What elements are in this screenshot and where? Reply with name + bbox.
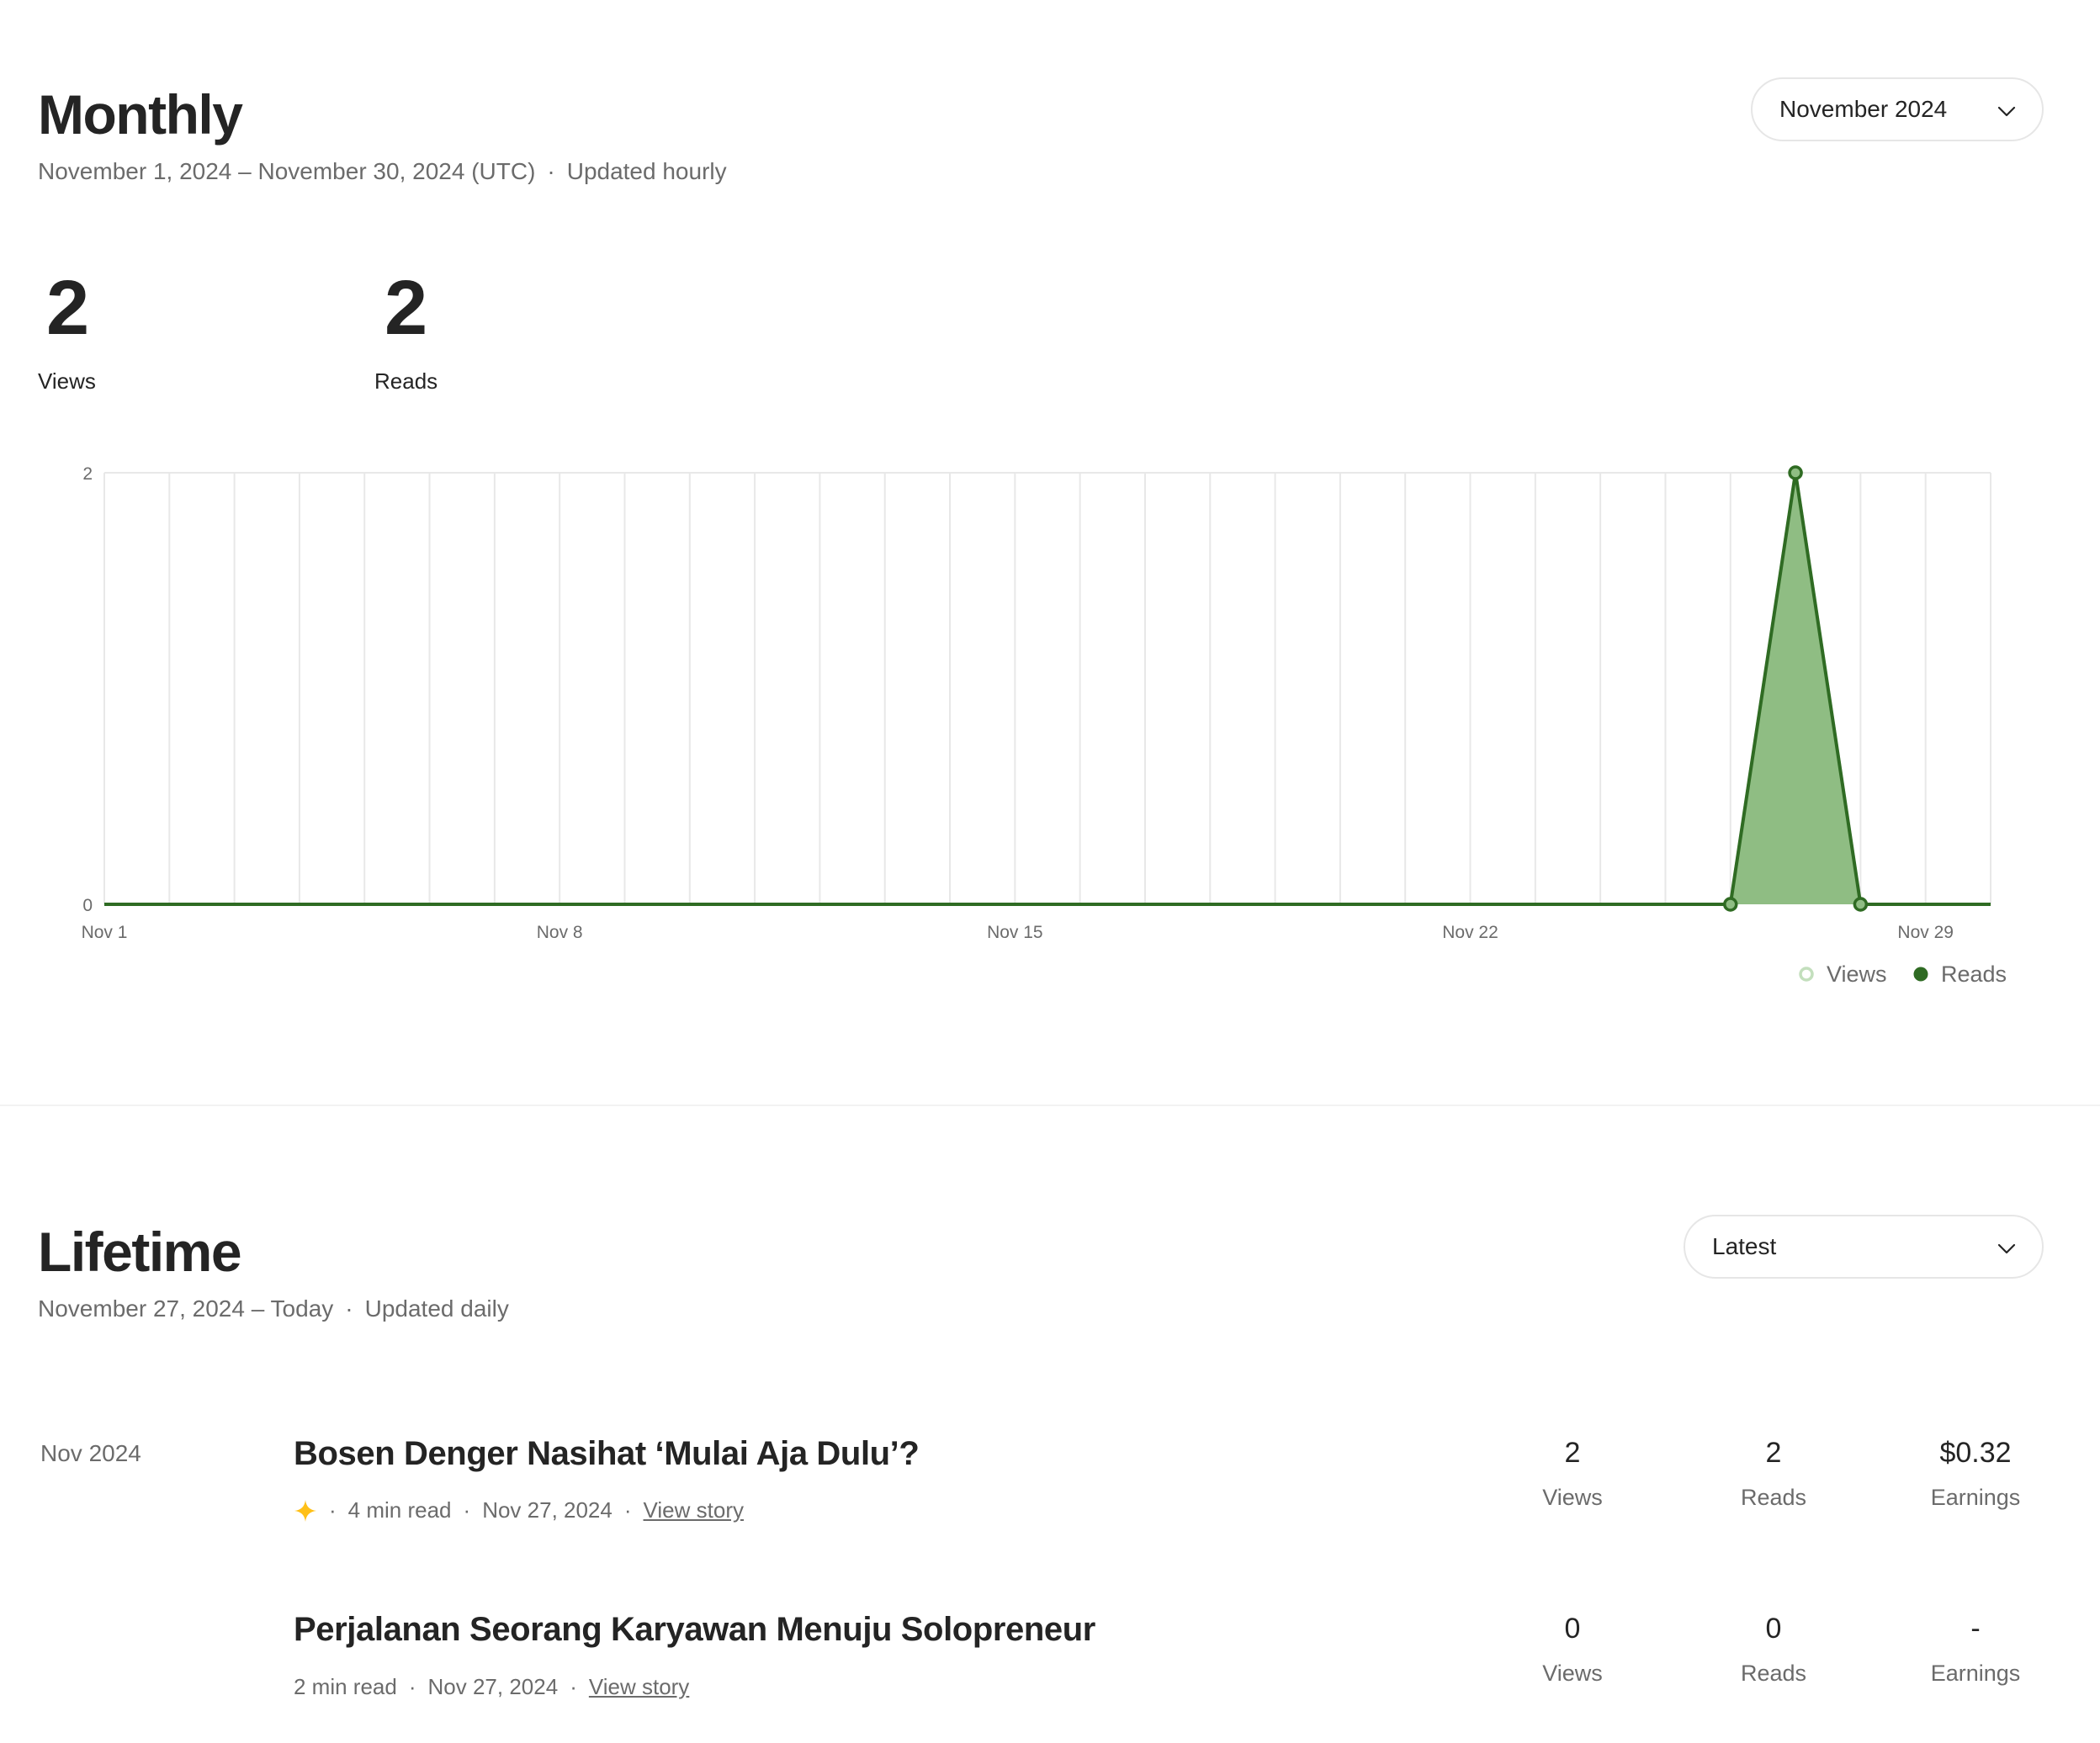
total-views-label: Views: [38, 368, 96, 394]
separator-dot: ·: [623, 1497, 632, 1523]
series-line-views: [104, 471, 1991, 906]
story-earnings-label: Earnings: [1930, 1485, 2021, 1510]
story-views-label: Views: [1542, 1661, 1603, 1686]
lifetime-update-note: Updated daily: [364, 1295, 509, 1322]
series-area-reads: [104, 473, 1991, 904]
total-reads-value: 2: [384, 265, 428, 351]
story-reads-stat: 0 Reads: [1689, 1613, 1858, 1687]
monthly-subtitle: November 1, 2024 – November 30, 2024 (UT…: [38, 158, 727, 185]
stats-page: Monthly November 1, 2024 – November 30, …: [0, 0, 2100, 1743]
data-point-reads: [1853, 897, 1869, 912]
story-read-time: 4 min read: [347, 1497, 452, 1523]
story-date: Nov 27, 2024: [427, 1674, 559, 1699]
view-story-link[interactable]: View story: [589, 1674, 689, 1700]
story-meta: · 4 min read · Nov 27, 2024 · View story: [294, 1497, 744, 1523]
x-tick-label: Nov 8: [537, 923, 583, 942]
x-tick-label: Nov 1: [82, 923, 128, 942]
story-views-stat: 2 Views: [1488, 1437, 1657, 1511]
story-views-stat: 0 Views: [1488, 1613, 1657, 1687]
story-earnings-stat: - Earnings: [1891, 1613, 2060, 1687]
separator-dot: ·: [570, 1674, 577, 1699]
story-earnings-value: $0.32: [1939, 1437, 2012, 1469]
legend-label-reads: Reads: [1941, 962, 2007, 987]
separator-dot: ·: [463, 1497, 471, 1523]
story-date: Nov 27, 2024: [482, 1497, 612, 1523]
story-views-value: 2: [1564, 1437, 1581, 1469]
story-earnings-stat: $0.32 Earnings: [1891, 1437, 2060, 1511]
lifetime-subtitle: November 27, 2024 – Today · Updated daily: [38, 1295, 509, 1322]
chevron-down-icon: [1997, 1243, 2016, 1254]
story-reads-label: Reads: [1740, 1661, 1807, 1686]
story-views-value: 0: [1564, 1613, 1581, 1645]
story-reads-stat: 2 Reads: [1689, 1437, 1858, 1511]
separator-dot: ·: [547, 158, 555, 184]
data-point-reads: [1723, 897, 1738, 912]
story-reads-value: 0: [1765, 1613, 1782, 1645]
monthly-range: November 1, 2024 – November 30, 2024 (UT…: [38, 158, 536, 184]
view-story-link[interactable]: View story: [644, 1497, 744, 1523]
story-read-time: 2 min read: [294, 1674, 397, 1699]
lifetime-title: Lifetime: [38, 1221, 242, 1283]
story-group-date: Nov 2024: [40, 1440, 141, 1466]
y-tick-label: 2: [82, 464, 93, 484]
monthly-title: Monthly: [38, 83, 243, 146]
story-earnings-label: Earnings: [1930, 1661, 2021, 1686]
separator-dot: ·: [329, 1497, 337, 1523]
separator-dot: ·: [408, 1674, 416, 1699]
story-views-label: Views: [1542, 1485, 1603, 1510]
x-tick-label: Nov 15: [987, 923, 1043, 942]
section-divider: [0, 1105, 2100, 1106]
chevron-down-icon: [1997, 106, 2016, 117]
legend-label-views: Views: [1827, 962, 1887, 987]
story-title[interactable]: Bosen Denger Nasihat ‘Mulai Aja Dulu’?: [294, 1435, 920, 1473]
data-point-reads: [1788, 465, 1803, 480]
lifetime-range: November 27, 2024 – Today: [38, 1295, 334, 1322]
monthly-chart: 0 2 Nov 1 Nov 8 Nov 15 Nov 22 Nov 29 Views Reads: [82, 464, 2007, 987]
x-tick-label: Nov 29: [1897, 923, 1954, 942]
sort-selector[interactable]: Latest: [1684, 1215, 2044, 1279]
story-title[interactable]: Perjalanan Seorang Karyawan Menuju Solop…: [294, 1611, 1095, 1649]
story-meta: 2 min read · Nov 27, 2024 · View story: [294, 1674, 689, 1700]
story-reads-value: 2: [1765, 1437, 1782, 1469]
total-views-value: 2: [46, 265, 90, 351]
y-tick-label: 0: [82, 896, 93, 915]
month-selector[interactable]: November 2024: [1751, 77, 2044, 141]
story-reads-label: Reads: [1740, 1485, 1807, 1510]
total-reads-label: Reads: [374, 368, 438, 394]
x-tick-label: Nov 22: [1442, 923, 1498, 942]
story-earnings-value: -: [1970, 1613, 1981, 1645]
series-line-reads: [104, 471, 1991, 906]
member-star-icon: [294, 1499, 316, 1522]
month-selector-value: November 2024: [1779, 96, 1948, 122]
sort-selector-value: Latest: [1712, 1233, 1777, 1259]
legend-marker-views: [1799, 967, 1814, 982]
legend-marker-reads: [1913, 967, 1928, 982]
separator-dot: ·: [345, 1295, 353, 1322]
monthly-update-note: Updated hourly: [566, 158, 727, 184]
